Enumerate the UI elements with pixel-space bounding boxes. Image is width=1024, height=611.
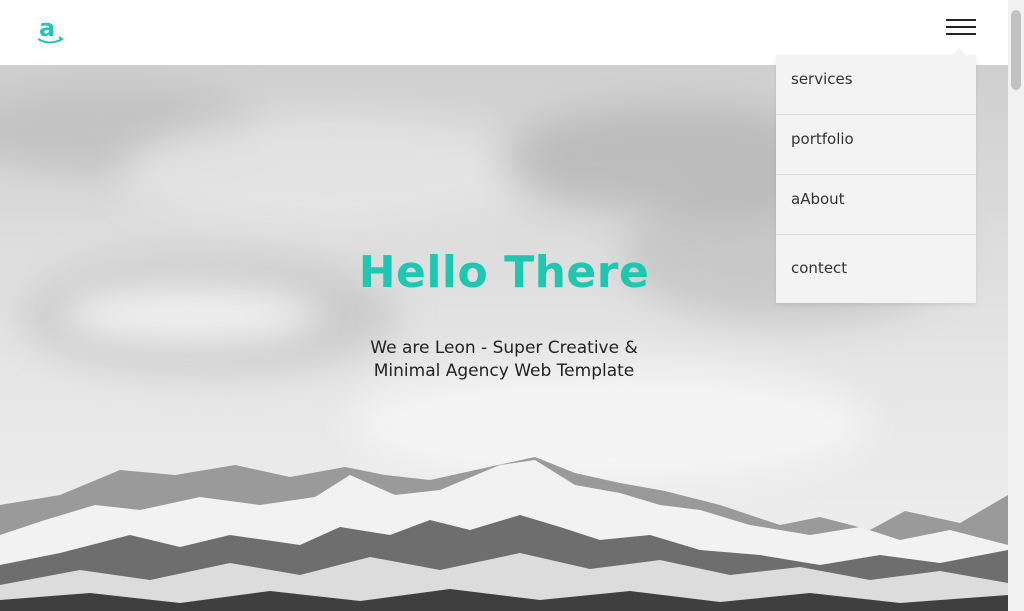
hero-subtitle: We are Leon - Super Creative & Minimal A… <box>0 337 1008 383</box>
menu-item-portfolio[interactable]: portfolio <box>776 115 976 175</box>
page-scrollbar[interactable] <box>1008 0 1024 611</box>
scrollbar-thumb[interactable] <box>1011 10 1021 90</box>
nav-dropdown-menu: services portfolio aAbout contect <box>776 48 976 303</box>
menu-item-services[interactable]: services <box>776 55 976 115</box>
dropdown-caret <box>952 48 966 55</box>
menu-item-contact[interactable]: contect <box>776 235 976 303</box>
hamburger-menu-icon[interactable] <box>944 16 978 40</box>
hero-subtitle-line1: We are Leon - Super Creative & <box>370 338 638 358</box>
hero-subtitle-line2: Minimal Agency Web Template <box>373 361 635 381</box>
menu-item-about[interactable]: aAbout <box>776 175 976 235</box>
logo-letter: a <box>39 14 55 42</box>
logo-icon[interactable]: a <box>34 14 66 46</box>
